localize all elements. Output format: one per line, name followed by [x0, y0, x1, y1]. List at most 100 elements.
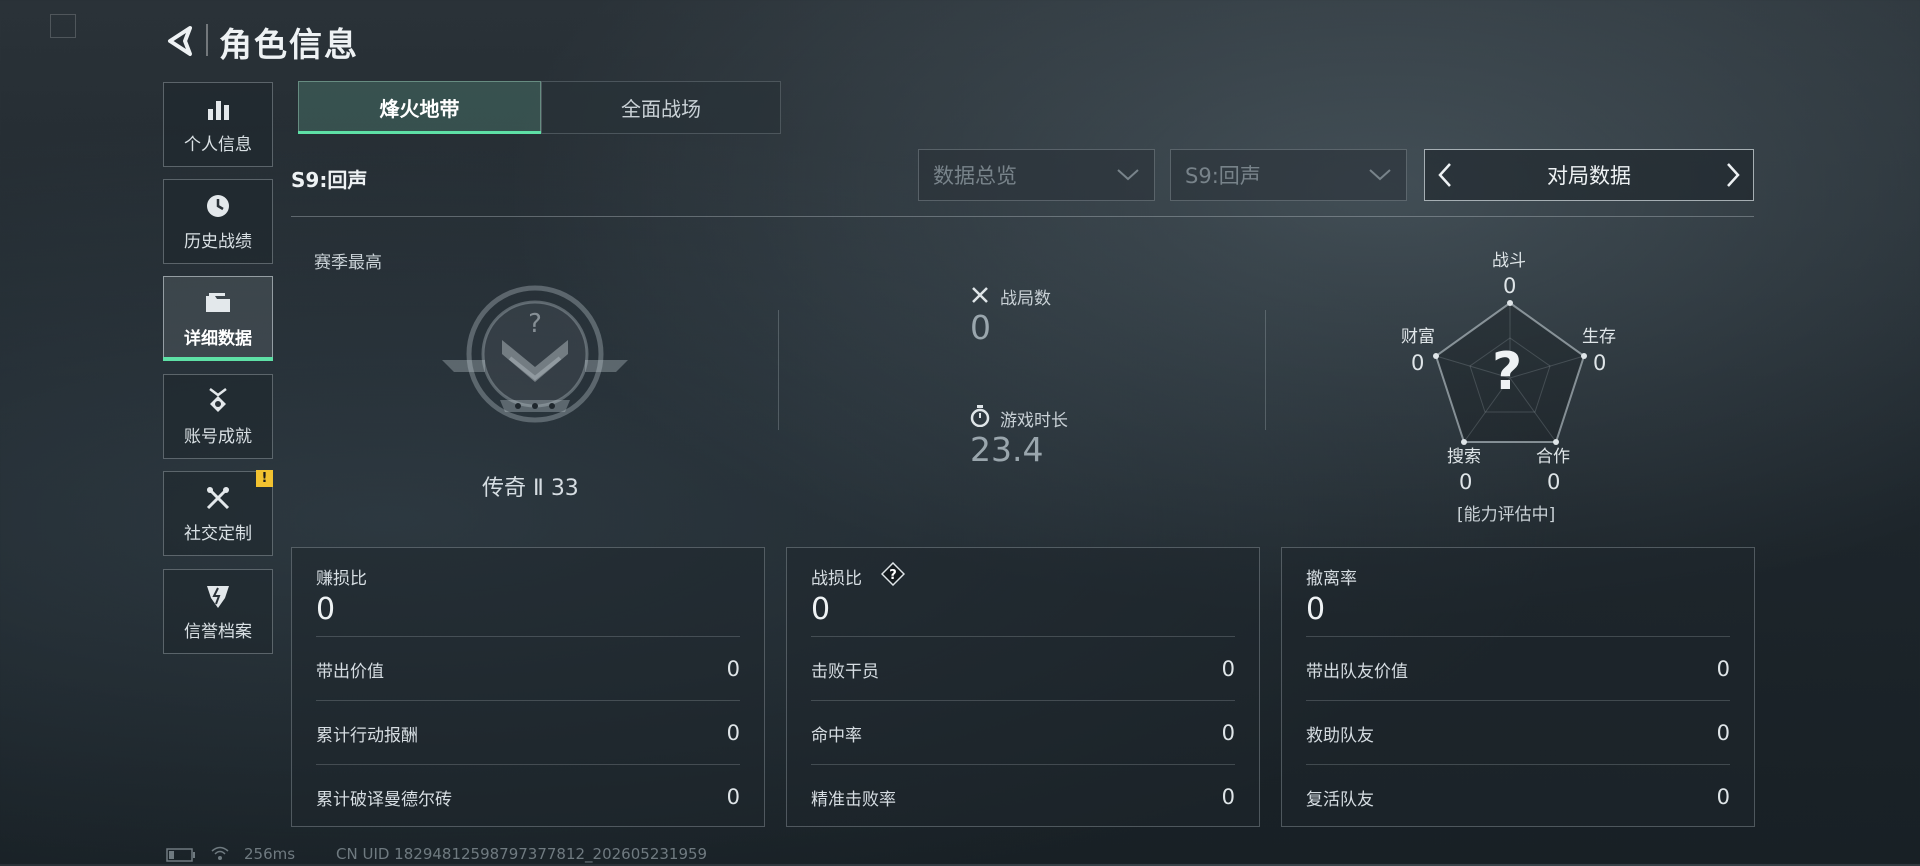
stat-row: 复活队友 0: [1306, 764, 1730, 829]
radar-unknown-mark: ?: [1492, 342, 1523, 402]
stat-label: 精准击败率: [811, 789, 896, 810]
stat-value: 0: [726, 721, 740, 745]
timer-icon: [970, 405, 990, 428]
vertical-divider: [1265, 310, 1266, 430]
sidebar-item-label: 详细数据: [184, 329, 252, 349]
card-value: 0: [316, 592, 336, 627]
stat-row: 命中率 0: [811, 700, 1235, 765]
dropdown-value: 数据总览: [933, 164, 1017, 188]
stat-label: 命中率: [811, 725, 862, 746]
tab-hazard-zone[interactable]: 烽火地带: [298, 81, 541, 134]
stat-value: 0: [1221, 657, 1235, 681]
stat-label: 累计行动报酬: [316, 725, 418, 746]
stat-label: 击败干员: [811, 661, 879, 682]
match-data-selector: 对局数据: [1424, 149, 1754, 201]
stat-value: 0: [1221, 785, 1235, 809]
kd-ratio-card: 战损比 ? 0 击败干员 0 命中率 0 精准击败率 0: [786, 547, 1260, 827]
radar-label-combat: 战斗: [1492, 251, 1526, 271]
battery-icon: [166, 847, 196, 862]
profit-loss-card: 赚损比 0 带出价值 0 累计行动报酬 0 累计破译曼德尔砖 0: [291, 547, 765, 827]
playtime-label: 游戏时长: [1000, 411, 1068, 431]
crossed-swords-icon: [970, 285, 990, 305]
match-data-label: 对局数据: [1547, 164, 1631, 188]
stat-value: 0: [726, 657, 740, 681]
radar-value-search: 0: [1459, 470, 1473, 494]
extraction-rate-card: 撤离率 0 带出队友价值 0 救助队友 0 复活队友 0: [1281, 547, 1755, 827]
shield-icon: [203, 581, 233, 611]
radar-value-coop: 0: [1547, 470, 1561, 494]
chevron-right-icon[interactable]: [1725, 162, 1741, 188]
stat-label: 带出队友价值: [1306, 661, 1408, 682]
bar-chart-icon: [203, 94, 233, 124]
section-divider: [291, 216, 1754, 217]
battles-value: 0: [970, 308, 991, 347]
card-value: 0: [811, 592, 831, 627]
stat-label: 带出价值: [316, 661, 384, 682]
stat-row: 累计破译曼德尔砖 0: [316, 764, 740, 829]
chevron-down-icon: [1369, 169, 1391, 181]
radar-value-combat: 0: [1503, 274, 1517, 298]
vertical-divider: [778, 310, 779, 430]
rank-emblem-icon: ?: [440, 282, 630, 432]
radar-value-survival: 0: [1593, 351, 1607, 375]
playtime-value: 23.4: [970, 430, 1044, 469]
svg-text:?: ?: [889, 568, 897, 583]
stat-row: 带出价值 0: [316, 636, 740, 701]
season-dropdown[interactable]: S9:回声: [1170, 149, 1407, 201]
rank-name: 传奇 Ⅱ 33: [482, 476, 579, 501]
stat-label: 累计破译曼德尔砖: [316, 789, 452, 810]
sidebar-item-label: 信誉档案: [184, 622, 252, 642]
chevron-down-icon: [1117, 169, 1139, 181]
stat-row: 累计行动报酬 0: [316, 700, 740, 765]
sidebar-active-indicator: [163, 357, 273, 361]
chevron-left-icon[interactable]: [1437, 162, 1453, 188]
sidebar-item-profile[interactable]: 个人信息: [163, 82, 273, 167]
help-icon[interactable]: ?: [880, 561, 906, 587]
stat-row: 救助队友 0: [1306, 700, 1730, 765]
stat-label: 复活队友: [1306, 789, 1374, 810]
corner-frame: [50, 14, 76, 38]
notification-badge: !: [256, 470, 273, 487]
stat-label: 救助队友: [1306, 725, 1374, 746]
radar-value-wealth: 0: [1411, 351, 1425, 375]
stat-value: 0: [1221, 721, 1235, 745]
stat-value: 0: [726, 785, 740, 809]
card-title: 战损比: [811, 569, 862, 589]
folder-icon: [203, 288, 233, 318]
sidebar-item-details[interactable]: 详细数据: [163, 276, 273, 361]
stat-row: 击败干员 0: [811, 636, 1235, 701]
tab-active-indicator: [298, 131, 541, 134]
data-overview-dropdown[interactable]: 数据总览: [918, 149, 1155, 201]
card-title: 赚损比: [316, 569, 367, 589]
tab-full-battlefield[interactable]: 全面战场: [541, 81, 781, 134]
radar-label-wealth: 财富: [1401, 327, 1435, 347]
ping-label: 256ms: [244, 845, 296, 863]
dropdown-value: S9:回声: [1185, 164, 1261, 188]
season-label: S9:回声: [291, 168, 368, 192]
page-title: 角色信息: [219, 25, 359, 64]
card-title: 撤离率: [1306, 569, 1357, 589]
radar-label-survival: 生存: [1582, 327, 1616, 347]
sidebar-item-label: 账号成就: [184, 427, 252, 447]
sidebar-item-credit[interactable]: 信誉档案: [163, 569, 273, 654]
medal-icon: [203, 386, 233, 416]
card-value: 0: [1306, 592, 1326, 627]
stat-value: 0: [1716, 721, 1730, 745]
back-arrow-icon[interactable]: [164, 24, 196, 58]
wifi-icon: [210, 845, 230, 861]
clock-icon: [203, 191, 233, 221]
sidebar-item-label: 历史战绩: [184, 232, 252, 252]
radar-label-coop: 合作: [1536, 447, 1570, 467]
stat-row: 精准击败率 0: [811, 764, 1235, 829]
stat-row: 带出队友价值 0: [1306, 636, 1730, 701]
stat-value: 0: [1716, 785, 1730, 809]
sidebar-item-history[interactable]: 历史战绩: [163, 179, 273, 264]
uid-label: CN UID 18294812598797377812_202605231959: [336, 845, 708, 863]
svg-text:?: ?: [528, 309, 542, 339]
radar-label-search: 搜索: [1447, 447, 1481, 467]
sidebar-item-achievements[interactable]: 账号成就: [163, 374, 273, 459]
tools-icon: [203, 483, 233, 513]
stat-value: 0: [1716, 657, 1730, 681]
title-divider: [206, 24, 208, 56]
battles-label: 战局数: [1000, 289, 1051, 309]
